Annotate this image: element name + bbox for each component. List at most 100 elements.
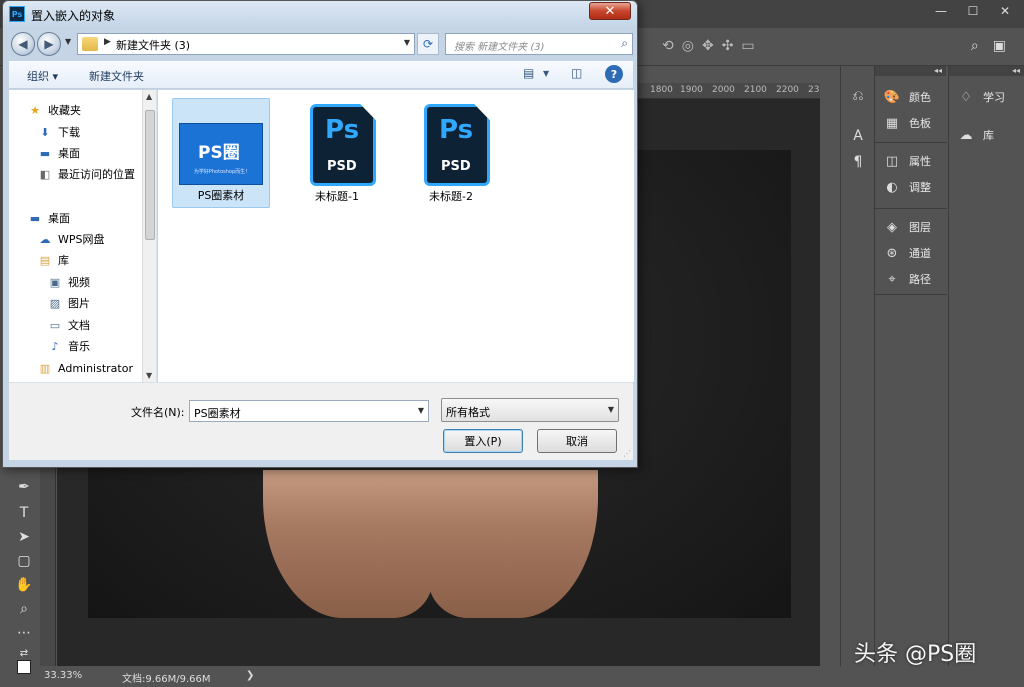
new-folder-button[interactable]: 新建文件夹 [89,68,144,84]
panel-adjust[interactable]: ◐ 调整 [883,176,931,198]
zoom-tool-icon[interactable]: ⌕ [8,598,40,620]
breadcrumb-arrow-icon[interactable]: ▶ [104,37,111,47]
nav-item[interactable]: ▭ 文档 [47,315,90,335]
nav-item-label: 收藏夹 [48,104,81,117]
file-type-select[interactable]: 所有格式 ▼ [441,398,619,422]
view-options-icon[interactable]: ▤ [523,66,534,80]
panel-properties[interactable]: ◫ 属性 [883,150,931,172]
address-dropdown-icon[interactable]: ▼ [404,38,410,47]
library-icon: ▤ [39,253,51,267]
file-item[interactable]: Ps PSD 未标题-1 [288,98,386,208]
slide-3d-icon[interactable]: ✣ [722,38,734,54]
nav-item-label: 视频 [68,276,90,289]
scroll-down-icon[interactable]: ▼ [146,371,152,380]
zoom-level[interactable]: 33.33% [44,670,82,681]
address-path[interactable]: 新建文件夹 (3) [116,37,190,53]
nav-item-label: Administrator [58,361,133,375]
nav-item[interactable]: ☁ WPS网盘 [37,229,105,249]
rectangle-tool-icon[interactable]: ▢ [8,550,40,572]
place-embedded-dialog: Ps 置入嵌入的对象 ✕ ◀ ▶ ▼ ▶ 新建文件夹 (3) ▼ ⟳ 搜索 新建… [2,0,638,468]
cancel-button[interactable]: 取消 [537,429,617,453]
file-type-dropdown-icon[interactable]: ▼ [608,405,614,414]
character-icon[interactable]: A [847,126,869,146]
address-bar[interactable]: ▶ 新建文件夹 (3) ▼ [77,33,415,55]
view-dropdown-icon[interactable]: ▼ [543,69,549,78]
filename-value[interactable]: PS圈素材 [194,405,241,421]
nav-scrollbar[interactable]: ▲ ▼ [142,90,156,382]
panel-bulb[interactable]: ♢ 学习 [957,86,1005,108]
nav-item[interactable]: ▤ 库 [37,250,69,270]
video-icon: ▣ [49,275,61,289]
paragraph-icon[interactable]: ¶ [847,152,869,172]
thumbnail-caption: 为学好Photoshop而生！ [193,169,251,175]
forward-button[interactable]: ▶ [37,32,61,56]
history-icon[interactable]: ⎌ [847,86,869,106]
type-tool-icon[interactable]: T [8,502,40,524]
refresh-button[interactable]: ⟳ [417,33,439,55]
nav-item[interactable]: ▬ 桌面 [27,208,70,228]
navigation-pane: ▲ ▼ ★ 收藏夹 ⬇ 下载 ▬ 桌面 ◧ 最近访问的位置 ▬ 桌面 ☁ WPS网盘 ▤ 库 ▣ 视频 ▨ 图片 ▭… [9,90,157,382]
panel-grid[interactable]: ▦ 色板 [883,112,931,134]
panel-label: 颜色 [909,91,931,104]
maximize-icon[interactable]: ☐ [958,2,988,20]
scroll-up-icon[interactable]: ▲ [146,92,152,101]
dock-collapse-icon[interactable]: ◂◂ [875,66,946,76]
dialog-title-bar[interactable]: Ps 置入嵌入的对象 ✕ [3,1,637,27]
panel-label: 通道 [909,247,931,260]
dialog-close-button[interactable]: ✕ [589,2,631,20]
ruler-tick: 2200 [776,85,799,95]
file-list: PS圈 为学好Photoshop而生！ PS圈素材 Ps PSD 未标题-1 Ps PSD 未标… [158,90,634,382]
panel-cloud[interactable]: ☁ 库 [957,124,995,146]
filename-dropdown-icon[interactable]: ▼ [418,406,424,415]
nav-item[interactable]: ◧ 最近访问的位置 [37,164,135,184]
nav-item-label: 最近访问的位置 [58,168,135,181]
more-tools-icon[interactable]: ⋯ [8,622,40,644]
panel-channels[interactable]: ⊛ 通道 [883,242,931,264]
photoshop-icon: Ps [9,6,25,22]
rotate-3d-icon[interactable]: ⟲ [662,38,674,54]
minimize-icon[interactable]: — [926,2,956,20]
scroll-thumb[interactable] [145,110,155,240]
nav-item[interactable]: ▣ 视频 [47,272,90,292]
nav-item[interactable]: ♪ 音乐 [47,336,90,356]
hand-tool-icon[interactable]: ✋ [8,574,40,596]
workspace-icon[interactable]: ▣ [993,38,1006,54]
grid-icon: ▦ [885,115,899,131]
search-icon[interactable]: ⌕ [621,36,628,51]
nav-item[interactable]: ▨ 图片 [47,293,90,313]
roll-3d-icon[interactable]: ◎ [682,38,694,54]
panel-palette[interactable]: 🎨 颜色 [883,86,931,108]
help-icon[interactable]: ? [605,65,623,83]
music-icon: ♪ [51,339,59,353]
search-icon[interactable]: ⌕ [971,38,979,54]
nav-item[interactable]: ⬇ 下载 [37,122,80,142]
palette-icon: 🎨 [883,89,901,105]
nav-item[interactable]: ▬ 桌面 [37,143,80,163]
dock-collapse-icon[interactable]: ◂◂ [949,66,1024,76]
place-button[interactable]: 置入(P) [443,429,523,453]
panel-paths[interactable]: ⌖ 路径 [883,268,931,290]
organize-menu[interactable]: 组织 ▾ [27,68,58,84]
pen-tool-icon[interactable]: ✒ [8,476,40,498]
filename-field[interactable]: PS圈素材 ▼ [189,400,429,422]
path-select-tool-icon[interactable]: ➤ [8,526,40,548]
nav-item[interactable]: ★ 收藏夹 [27,100,81,120]
preview-pane-icon[interactable]: ◫ [571,66,582,80]
desktop-icon: ▬ [39,146,51,160]
file-item[interactable]: PS圈 为学好Photoshop而生！ PS圈素材 [172,98,270,208]
nav-item-label: 音乐 [68,340,90,353]
panel-label: 库 [983,129,994,142]
back-button[interactable]: ◀ [11,32,35,56]
file-item[interactable]: Ps PSD 未标题-2 [402,98,500,208]
color-swatches-icon[interactable] [8,656,40,678]
nav-item[interactable]: ▥ Administrator [37,358,133,378]
search-box[interactable]: 搜索 新建文件夹 (3) ⌕ [445,33,633,55]
video-camera-icon[interactable]: ▭ [741,38,754,54]
panel-layers[interactable]: ◈ 图层 [883,216,931,238]
resize-grip-icon[interactable]: ⋰ [623,449,631,458]
status-arrow-icon[interactable]: ❯ [246,670,254,681]
close-icon[interactable]: ✕ [990,2,1020,20]
adjust-icon: ◐ [886,179,898,195]
drag-3d-icon[interactable]: ✥ [702,38,714,54]
recent-locations-dropdown-icon[interactable]: ▼ [65,37,71,46]
